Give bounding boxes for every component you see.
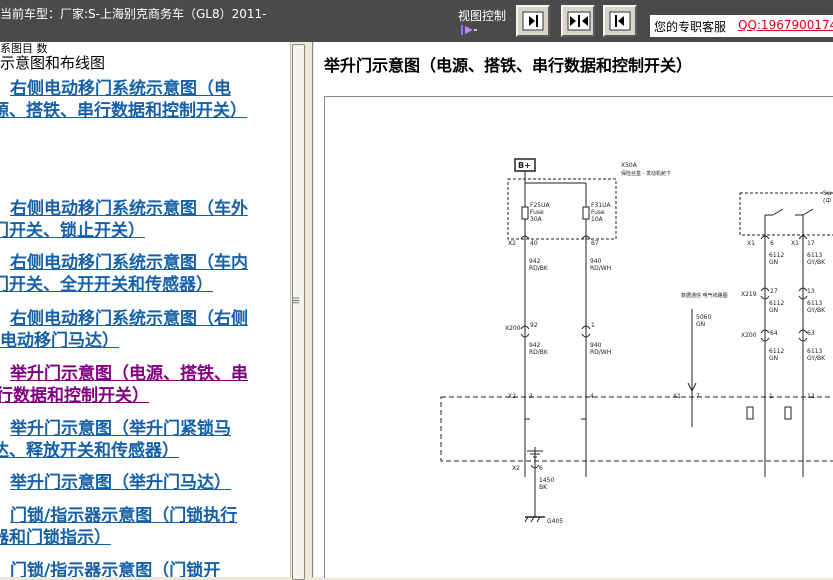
scrollbar-grip-icon	[292, 297, 300, 304]
module-pin-4: 12	[807, 393, 815, 400]
module-outline	[440, 396, 833, 462]
module-x2-label: X2	[508, 393, 516, 400]
service-label: 您的专职客服	[654, 20, 727, 34]
current-vehicle-label: 当前车型：厂家:S-上海别克商务车（GL8）2011-	[0, 7, 267, 21]
wire-4-circuit: 6113	[807, 252, 822, 259]
wiring-diagram-svg: B+ X50A 保险丝盒 - 发动机舱下 F25UA Fuse 30A F31U…	[440, 158, 833, 525]
switch-label: Sw	[823, 190, 832, 197]
wire-3-color-c: GN	[769, 355, 778, 362]
split-view-button[interactable]	[561, 5, 595, 37]
battery-label: B+	[518, 161, 531, 170]
sidebar-link-7[interactable]: 举升门示意图（举升门马达）	[0, 472, 290, 494]
wire-3-circuit-b: 6112	[769, 300, 784, 307]
fuse-1-name: F25UA	[530, 202, 550, 209]
x200-pin-2: 1	[591, 322, 595, 329]
x200-pin-3: 64	[770, 330, 778, 337]
wire-2-color: RD/WH	[590, 265, 611, 272]
x2-label: X2	[508, 240, 516, 247]
document-pane: 举升门示意图（电源、搭铁、串行数据和控制开关） B+ X50A 保险丝盒 - 发…	[314, 42, 833, 578]
wire-1-color: RD/BK	[529, 265, 549, 272]
x219-pin-1: 27	[770, 288, 778, 295]
wire-3-color-b: GN	[769, 307, 778, 314]
fuse-block-label: X50A	[621, 162, 638, 169]
arrow-left-bar-icon	[609, 11, 631, 31]
x1-pin-2: 17	[807, 240, 815, 247]
switch-outline	[739, 192, 833, 236]
wire-4-circuit-c: 6113	[807, 348, 822, 355]
x219-label: X219	[741, 291, 757, 298]
sidebar-tree: 系图目 数 示意图和布线图 右侧电动移门系统示意图（电 源、搭铁、串行数据和控制…	[0, 42, 290, 577]
ground-wire-circuit: 1450	[539, 477, 554, 484]
x1-pin-1: 6	[770, 240, 774, 247]
module-x2-pin-1: 3	[529, 393, 533, 400]
x1-label: X1	[747, 240, 755, 247]
sidebar-link-9[interactable]: 门锁/指示器示意图（门锁开 关）	[0, 560, 290, 577]
ground-pin: 6	[539, 465, 543, 472]
collapse-left-button[interactable]	[603, 5, 637, 37]
switch-desc: (中	[823, 197, 831, 205]
view-control-label: 视图控制	[458, 9, 507, 23]
qq-contact-link[interactable]: QQ:1967900174	[738, 18, 833, 32]
x1-label-b: X1	[791, 240, 799, 247]
ground-wire-color: BK	[539, 484, 548, 491]
fuse-1-type: Fuse	[530, 209, 544, 216]
view-control-icon	[461, 25, 477, 35]
sidebar-link-4[interactable]: 右侧电动移门系统示意图（右侧 电动移门马达）	[0, 308, 290, 352]
wire-4-circuit-b: 6113	[807, 300, 822, 307]
serial-wire-color: GN	[696, 321, 705, 328]
top-toolbar: 当前车型：厂家:S-上海别克商务车（GL8）2011- 视图控制 您的专职客服 …	[0, 0, 833, 42]
sidebar-section-title: 示意图和布线图	[0, 54, 106, 72]
wire-2-circuit: 940	[590, 258, 602, 265]
x200-pin-4: 63	[807, 330, 815, 337]
wire-1-circuit-b: 942	[529, 342, 541, 349]
fuse-block-desc: 保险丝盒 - 发动机舱下	[621, 170, 671, 177]
expand-right-button[interactable]	[516, 5, 550, 37]
fuse-1-rating: 30A	[530, 216, 543, 223]
x200-label-b: X200	[741, 332, 757, 339]
wire-3-circuit-c: 6112	[769, 348, 784, 355]
sidebar-scrollbar[interactable]	[290, 42, 306, 580]
customer-service-box: 您的专职客服 QQ:1967900174	[650, 15, 833, 37]
wire-4-color-b: GY/BK	[807, 307, 826, 314]
module-x2-pin-2: 4	[590, 393, 594, 400]
ground-label: G405	[547, 518, 563, 525]
fuse-1-symbol	[521, 206, 529, 220]
ground-x2-label: X2	[512, 465, 520, 472]
x219-pin-2: 13	[807, 288, 815, 295]
wire-1-circuit: 942	[529, 258, 541, 265]
x200-pin-1: 92	[530, 322, 538, 329]
arrows-inward-icon	[567, 11, 591, 31]
wire-3-color: GN	[769, 259, 778, 266]
serial-wire-circuit: 5060	[696, 314, 711, 321]
module-x1-pin: 7	[696, 393, 700, 400]
wire-3-circuit: 6112	[769, 252, 784, 259]
fuse-2-type: Fuse	[591, 209, 605, 216]
arrow-right-bar-icon	[522, 11, 544, 31]
fuse-2-name: F31UA	[591, 202, 611, 209]
scrollbar-thumb[interactable]	[292, 44, 305, 580]
fuse-2-rating: 10A	[591, 216, 604, 223]
wire-2-circuit-b: 940	[590, 342, 602, 349]
sidebar-link-3[interactable]: 右侧电动移门系统示意图（车内 门开关、全开开关和传感器）	[0, 252, 290, 296]
module-pin-3: 1	[769, 393, 773, 400]
serial-data-label: 数据通信 电气线路图	[681, 292, 728, 299]
sidebar-link-8[interactable]: 门锁/指示器示意图（门锁执行 器和门锁指示）	[0, 505, 290, 549]
document-title: 举升门示意图（电源、搭铁、串行数据和控制开关）	[324, 56, 693, 75]
sidebar-link-2[interactable]: 右侧电动移门系统示意图（车外 门开关、锁止开关）	[0, 198, 290, 242]
wire-4-color-c: GY/BK	[807, 355, 826, 362]
wire-4-color: GY/BK	[807, 259, 826, 266]
wire-1-color-b: RD/BK	[529, 349, 549, 356]
sidebar-link-1[interactable]: 右侧电动移门系统示意图（电 源、搭铁、串行数据和控制开关）	[0, 78, 290, 122]
x2-pin-1: 40	[530, 240, 538, 247]
sidebar-link-5[interactable]: 举升门示意图（电源、搭铁、串 行数据和控制开关）	[0, 363, 290, 407]
sidebar-link-6[interactable]: 举升门示意图（举升门紧锁马 达、释放开关和传感器）	[0, 418, 290, 462]
module-x1-label: X1	[673, 393, 681, 400]
x2-pin-2: 67	[591, 240, 599, 247]
fuse-2-symbol	[582, 206, 590, 220]
wire-2-color-b: RD/WH	[590, 349, 611, 356]
x200-label: X200	[505, 325, 521, 332]
wiring-diagram: B+ X50A 保险丝盒 - 发动机舱下 F25UA Fuse 30A F31U…	[324, 96, 833, 578]
